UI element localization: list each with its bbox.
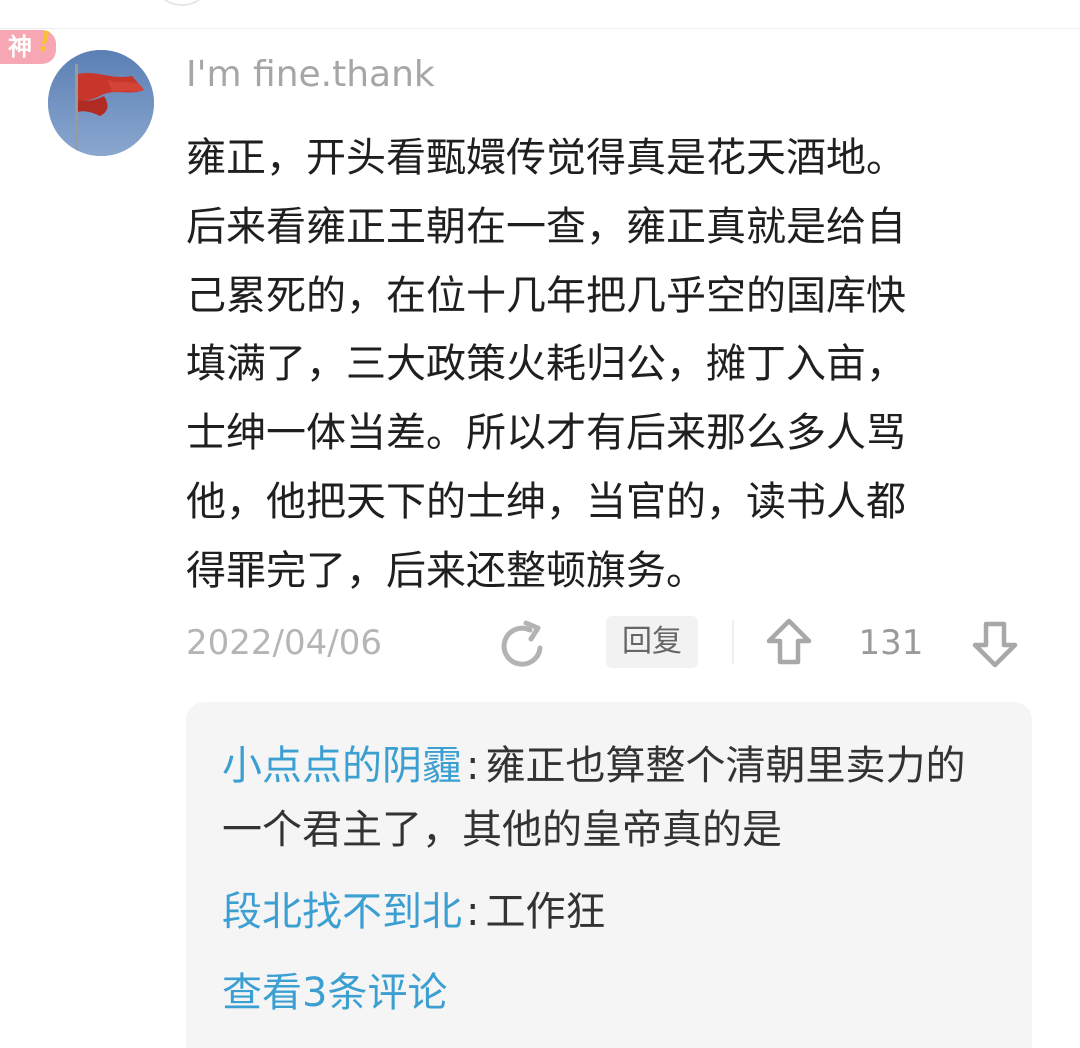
god-badge-label: 神 — [8, 33, 32, 61]
avatar[interactable] — [48, 50, 154, 156]
downvote-icon[interactable] — [970, 616, 1020, 670]
vote-count: 131 — [858, 623, 924, 663]
red-flag-avatar-icon — [48, 50, 154, 156]
truncation-fade — [846, 798, 1006, 862]
reply-separator: : — [466, 889, 480, 935]
reply-author[interactable]: 段北找不到北 — [222, 889, 462, 935]
view-more-replies-link[interactable]: 查看3条评论 — [222, 964, 447, 1022]
action-divider — [732, 620, 734, 664]
reply-author[interactable]: 小点点的阴霾 — [222, 743, 462, 789]
reply-separator: : — [466, 743, 480, 789]
god-comment-badge: 神 ! — [0, 24, 56, 64]
upvote-icon[interactable] — [764, 616, 814, 670]
share-icon[interactable] — [496, 618, 550, 672]
reply-item[interactable]: 段北找不到北: 工作狂 — [222, 880, 1002, 944]
replies-panel: 小点点的阴霾: 雍正也算整个清朝里卖力的一个君主了，其他的皇帝真的是 段北找不到北… — [186, 702, 1032, 1048]
comment-body: 雍正，开头看甄嬛传觉得真是花天酒地。 后来看雍正王朝在一查，雍正真就是给自 己累… — [186, 135, 906, 594]
reply-button[interactable]: 回复 — [606, 616, 698, 668]
comment-username[interactable]: I'm fine.thank — [186, 52, 435, 98]
comment-date: 2022/04/06 — [186, 623, 382, 663]
god-badge-exclamation: ! — [34, 24, 55, 59]
previous-item-remnant — [160, 0, 204, 6]
reply-text: 工作狂 — [485, 889, 606, 935]
top-divider — [0, 28, 1080, 29]
